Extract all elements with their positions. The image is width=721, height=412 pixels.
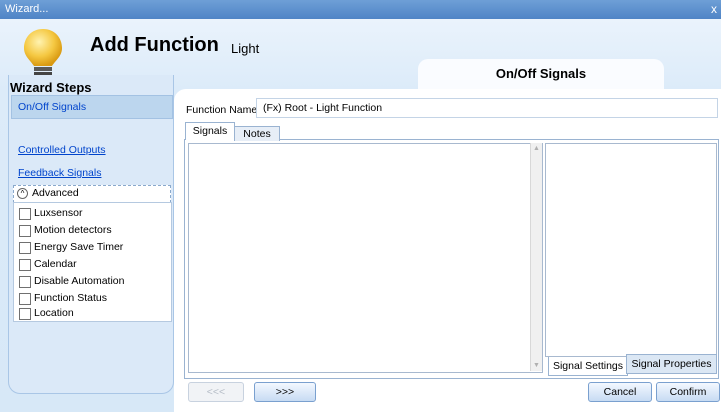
checkbox-icon[interactable] (19, 308, 31, 320)
sidebar-item-feedback-signals[interactable]: Feedback Signals (18, 167, 101, 179)
checkbox-label: Energy Save Timer (34, 241, 124, 253)
signals-list-scrollbar[interactable]: ▲ ▼ (530, 143, 542, 371)
signal-properties-panel (545, 143, 717, 357)
current-step-tab: On/Off Signals (418, 59, 664, 89)
checkbox-label: Location (34, 307, 74, 319)
page-title: Add Function (90, 34, 219, 56)
scroll-down-icon[interactable]: ▼ (533, 362, 540, 369)
window-title: Wizard... (5, 3, 49, 15)
cancel-button[interactable]: Cancel (588, 382, 652, 402)
next-button[interactable]: >>> (254, 382, 316, 402)
sidebar-item-label[interactable]: On/Off Signals (18, 101, 86, 113)
advanced-expander[interactable]: ^ Advanced (13, 185, 171, 203)
checkbox-icon[interactable] (19, 242, 31, 254)
tab-signal-settings[interactable]: Signal Settings (548, 357, 628, 376)
function-name-label: Function Name: (186, 104, 261, 116)
checkbox-label: Motion detectors (34, 224, 112, 236)
checkbox-label: Luxsensor (34, 207, 83, 219)
checkbox-icon[interactable] (19, 259, 31, 271)
tab-signal-properties[interactable]: Signal Properties (626, 354, 717, 374)
checkbox-label: Disable Automation (34, 275, 125, 287)
title-bar: Wizard... x (0, 0, 721, 19)
page-subtitle: Light (231, 41, 260, 56)
back-button[interactable]: <<< (188, 382, 244, 402)
close-icon[interactable]: x (711, 2, 717, 16)
advanced-list: Luxsensor Motion detectors Energy Save T… (13, 202, 172, 322)
checkbox-icon[interactable] (19, 276, 31, 288)
checkbox-label: Calendar (34, 258, 77, 270)
signals-list[interactable] (188, 143, 543, 373)
tab-notes[interactable]: Notes (234, 126, 280, 141)
confirm-button[interactable]: Confirm (656, 382, 720, 402)
chevron-up-icon[interactable]: ^ (17, 188, 28, 199)
sidebar-item-controlled-outputs[interactable]: Controlled Outputs (18, 144, 106, 156)
checkbox-icon[interactable] (19, 208, 31, 220)
scroll-up-icon[interactable]: ▲ (533, 145, 540, 152)
tab-signals[interactable]: Signals (185, 122, 235, 140)
checkbox-label: Function Status (34, 292, 107, 304)
function-name-field[interactable]: (Fx) Root - Light Function (256, 98, 718, 118)
checkbox-icon[interactable] (19, 293, 31, 305)
checkbox-icon[interactable] (19, 225, 31, 237)
sidebar-title: Wizard Steps (10, 80, 92, 95)
advanced-label: Advanced (32, 187, 79, 199)
function-name-value[interactable]: (Fx) Root - Light Function (263, 102, 382, 114)
sidebar-item-onoff-signals[interactable]: On/Off Signals (11, 95, 173, 119)
